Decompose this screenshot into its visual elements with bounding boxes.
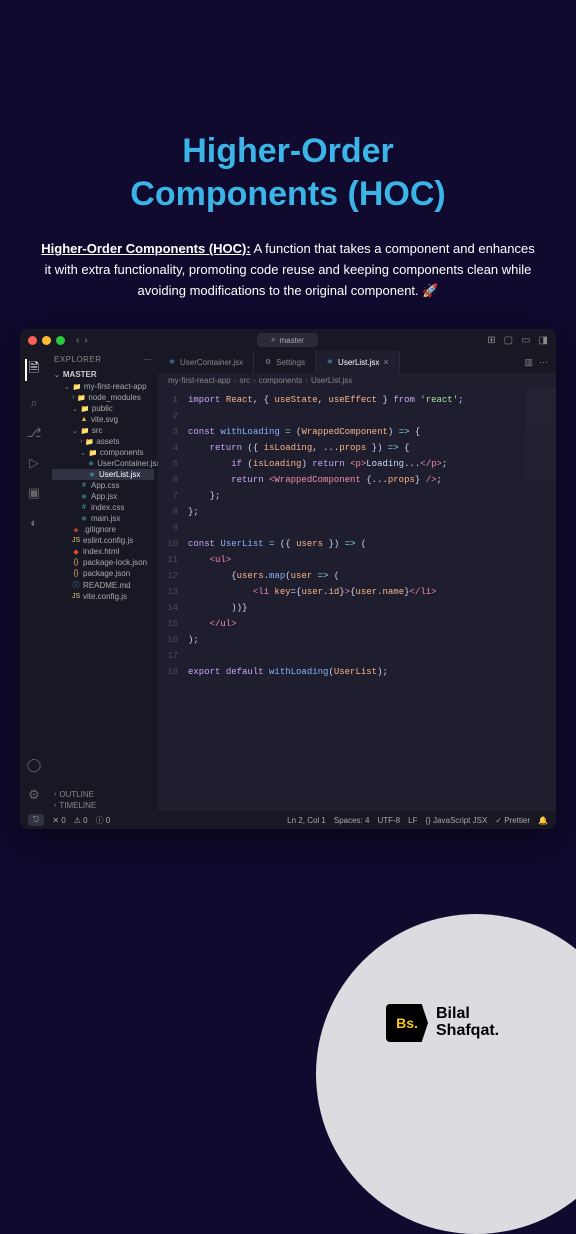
panel-icon[interactable]: ▭ (521, 335, 530, 346)
editor: ⚛UserContainer.jsx⚙Settings⚛UserList.jsx… (158, 351, 556, 811)
page-title: Higher-Order Components (HOC) (0, 130, 576, 215)
tree-item[interactable]: ›📁assets (52, 436, 154, 447)
titlebar: ‹ › ⌕ master ⊞ ▢ ▭ ◨ (20, 329, 556, 351)
tree-item[interactable]: #index.css (52, 502, 154, 513)
editor-tab[interactable]: ⚙Settings (254, 351, 316, 373)
tree-item[interactable]: {}package-lock.json (52, 557, 154, 568)
extensions-icon[interactable]: ▣ (28, 485, 40, 501)
remote-icon[interactable]: ◐ (30, 515, 38, 530)
minimap[interactable] (526, 388, 556, 811)
vscode-window: ‹ › ⌕ master ⊞ ▢ ▭ ◨ 🗎 ⌕ ⎇ ▷ ▣ ◐ ◯ ⚙ (20, 329, 556, 829)
remote-status[interactable]: ⎋ (28, 814, 44, 826)
workspace-header[interactable]: ⌄ MASTER (48, 368, 158, 381)
sidebar: EXPLORER ⋯ ⌄ MASTER ⌄📁my-first-react-app… (48, 351, 158, 811)
file-icon: ⚛ (326, 358, 334, 366)
brand-logo: Bs. (386, 1004, 428, 1042)
activity-bar: 🗎 ⌕ ⎇ ▷ ▣ ◐ ◯ ⚙ (20, 351, 48, 811)
tree-item[interactable]: ⚛UserList.jsx (52, 469, 154, 480)
brand-name: Bilal Shafqat. (436, 1006, 499, 1040)
copilot-icon[interactable]: ⊞ (487, 335, 495, 346)
tree-item[interactable]: ◆index.html (52, 546, 154, 557)
bell-icon[interactable]: 🔔 (538, 816, 548, 825)
warnings-count[interactable]: ⚠ 0 (74, 816, 88, 825)
sidebar-icon[interactable]: ◨ (539, 335, 548, 346)
search-icon: ⌕ (271, 335, 275, 345)
tree-item[interactable]: ⚛UserContainer.jsx (52, 458, 154, 469)
tree-item[interactable]: JSvite.config.js (52, 591, 154, 602)
errors-count[interactable]: ✕ 0 (52, 816, 65, 825)
tree-item[interactable]: ›📁node_modules (52, 392, 154, 403)
encoding[interactable]: UTF-8 (377, 816, 400, 825)
tree-item[interactable]: #App.css (52, 480, 154, 491)
sidebar-header: EXPLORER ⋯ (48, 351, 158, 368)
tree-item[interactable]: ▲vite.svg (52, 414, 154, 425)
indent[interactable]: Spaces: 4 (334, 816, 370, 825)
file-icon: ⚙ (264, 358, 272, 366)
settings-icon[interactable]: ⚙ (28, 787, 40, 803)
cursor-pos[interactable]: Ln 2, Col 1 (287, 816, 326, 825)
command-center[interactable]: ⌕ master (257, 333, 318, 347)
tree-item[interactable]: ⌄📁public (52, 403, 154, 414)
close-tab-icon[interactable]: × (383, 357, 388, 367)
tree-item[interactable]: {}package.json (52, 568, 154, 579)
language-mode[interactable]: {} JavaScript JSX (425, 816, 487, 825)
close-dot[interactable] (28, 336, 37, 345)
outline-section[interactable]: ›OUTLINE (48, 789, 158, 800)
description: Higher-Order Components (HOC): A functio… (40, 239, 536, 301)
more-tabs-icon[interactable]: ⋯ (539, 357, 548, 368)
prettier-status[interactable]: ✓ Prettier (495, 816, 530, 825)
tab-bar: ⚛UserContainer.jsx⚙Settings⚛UserList.jsx… (158, 351, 556, 373)
eol[interactable]: LF (408, 816, 417, 825)
explorer-icon[interactable]: 🗎 (25, 359, 39, 381)
tree-item[interactable]: ⓘREADME.md (52, 579, 154, 591)
layout-icon[interactable]: ▢ (504, 335, 513, 346)
account-icon[interactable]: ◯ (27, 757, 42, 773)
maximize-dot[interactable] (56, 336, 65, 345)
code-content[interactable]: import React, { useState, useEffect } fr… (184, 388, 526, 811)
tree-item[interactable]: ◈.gitignore (52, 524, 154, 535)
status-bar: ⎋ ✕ 0 ⚠ 0 ⓘ 0 Ln 2, Col 1 Spaces: 4 UTF-… (20, 811, 556, 829)
file-icon: ⚛ (168, 358, 176, 366)
more-icon[interactable]: ⋯ (144, 355, 153, 364)
scm-icon[interactable]: ⎇ (27, 425, 42, 441)
editor-tab[interactable]: ⚛UserContainer.jsx (158, 351, 254, 373)
tree-item[interactable]: ⌄📁my-first-react-app (52, 381, 154, 392)
tree-item[interactable]: ⚛App.jsx (52, 491, 154, 502)
debug-icon[interactable]: ▷ (29, 455, 39, 471)
hints-count[interactable]: ⓘ 0 (96, 815, 111, 826)
tree-item[interactable]: JSeslint.config.js (52, 535, 154, 546)
footer-badge: Bs. Bilal Shafqat. (316, 914, 576, 1234)
split-icon[interactable]: ▥ (524, 357, 533, 368)
file-tree: ⌄📁my-first-react-app›📁node_modules⌄📁publ… (48, 381, 158, 602)
tree-item[interactable]: ⌄📁components (52, 447, 154, 458)
tree-item[interactable]: ⌄📁src (52, 425, 154, 436)
editor-tab[interactable]: ⚛UserList.jsx× (316, 351, 400, 373)
arrow-left-icon[interactable]: ‹ (76, 335, 79, 346)
search-activity-icon[interactable]: ⌕ (30, 395, 37, 411)
tree-item[interactable]: ⚛main.jsx (52, 513, 154, 524)
minimize-dot[interactable] (42, 336, 51, 345)
line-gutter: 123456789101112131415161718 (158, 388, 184, 811)
arrow-right-icon[interactable]: › (84, 335, 87, 346)
timeline-section[interactable]: ›TIMELINE (48, 800, 158, 811)
breadcrumb[interactable]: my-first-react-app›src›components›UserLi… (158, 373, 556, 388)
